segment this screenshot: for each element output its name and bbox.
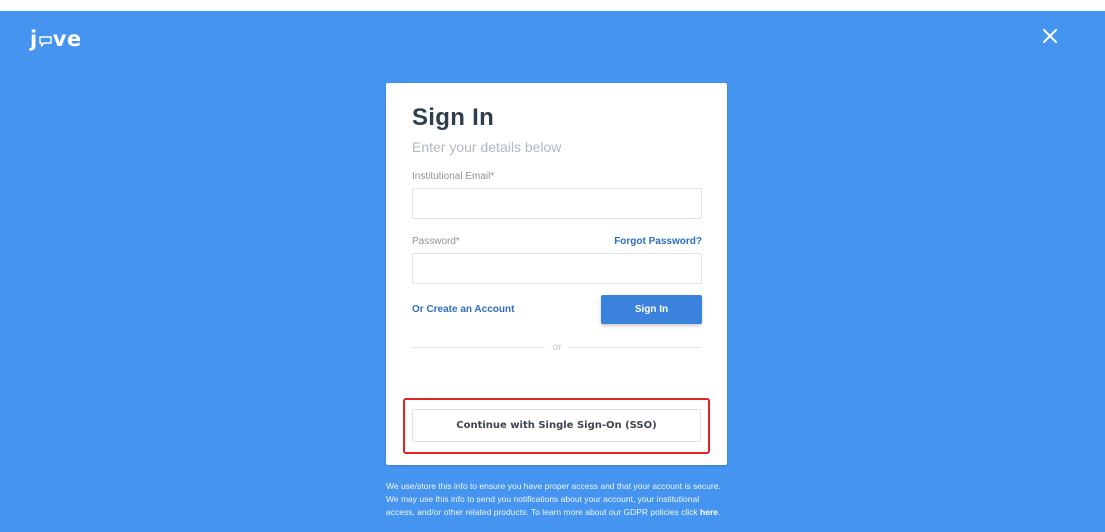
create-account-link[interactable]: Or Create an Account bbox=[412, 304, 514, 315]
email-field[interactable] bbox=[412, 188, 702, 219]
logo-letter-j: j bbox=[30, 27, 38, 51]
or-divider: or bbox=[412, 340, 702, 354]
page-title: Sign In bbox=[412, 104, 495, 131]
sign-in-card: Sign In Enter your details below Institu… bbox=[386, 83, 727, 465]
sign-in-button[interactable]: Sign In bbox=[601, 295, 702, 324]
logo-letters-ve: ve bbox=[52, 27, 82, 51]
privacy-notice-text: We use/store this info to ensure you hav… bbox=[386, 481, 721, 517]
email-label: Institutional Email* bbox=[412, 171, 495, 182]
divider-line-left bbox=[412, 346, 545, 348]
password-label: Password* bbox=[412, 236, 460, 247]
jove-logo[interactable]: j ve bbox=[30, 26, 82, 52]
speech-bubble-icon bbox=[39, 35, 52, 47]
divider-line-right bbox=[569, 346, 702, 348]
privacy-notice-end: . bbox=[718, 507, 721, 517]
close-icon[interactable] bbox=[1040, 26, 1060, 46]
sso-button[interactable]: Continue with Single Sign-On (SSO) bbox=[412, 409, 701, 442]
password-field[interactable] bbox=[412, 253, 702, 284]
page-subtitle: Enter your details below bbox=[412, 139, 562, 155]
divider-text: or bbox=[552, 341, 562, 353]
forgot-password-link[interactable]: Forgot Password? bbox=[614, 236, 702, 247]
privacy-notice: We use/store this info to ensure you hav… bbox=[386, 480, 726, 519]
gdpr-here-link[interactable]: here bbox=[700, 507, 718, 517]
